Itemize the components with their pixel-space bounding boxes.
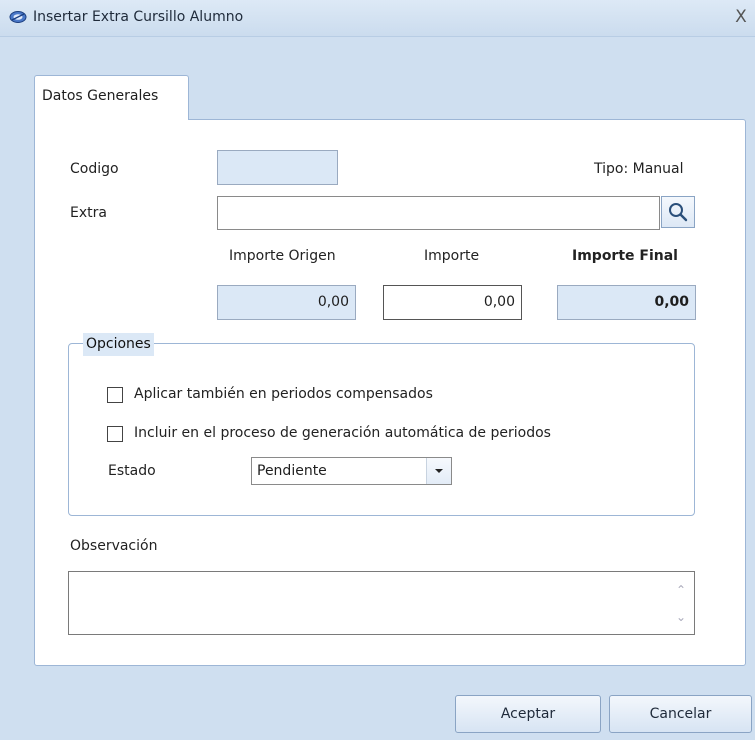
observacion-scrollbar[interactable]: ⌃ ⌄ <box>669 573 693 633</box>
estado-selected-value: Pendiente <box>257 463 327 479</box>
estado-select[interactable]: Pendiente <box>251 457 452 485</box>
codigo-label: Codigo <box>70 161 119 177</box>
tab-label: Datos Generales <box>42 88 159 104</box>
incluir-generacion-checkbox[interactable] <box>107 426 123 442</box>
observacion-label: Observación <box>70 538 158 554</box>
importe-final-field[interactable]: 0,00 <box>557 285 696 320</box>
search-button[interactable] <box>661 196 695 228</box>
extra-label: Extra <box>70 205 107 221</box>
title-bar: Insertar Extra Cursillo Alumno X <box>0 0 755 37</box>
close-icon[interactable]: X <box>730 7 752 27</box>
aplicar-compensados-label[interactable]: Aplicar también en periodos compensados <box>134 386 433 402</box>
scroll-down-icon[interactable]: ⌄ <box>673 611 689 623</box>
chevron-down-icon[interactable] <box>426 458 451 484</box>
importe-field[interactable]: 0,00 <box>383 285 522 320</box>
aplicar-compensados-checkbox[interactable] <box>107 387 123 403</box>
accept-button[interactable]: Aceptar <box>455 695 601 733</box>
tab-datos-generales[interactable]: Datos Generales <box>34 75 189 120</box>
window-title: Insertar Extra Cursillo Alumno <box>33 9 244 25</box>
importe-origen-field[interactable]: 0,00 <box>217 285 356 320</box>
extra-field[interactable] <box>217 196 660 230</box>
tipo-label: Tipo: Manual <box>594 161 684 177</box>
opciones-legend: Opciones <box>83 333 154 356</box>
importe-final-label: Importe Final <box>572 248 678 264</box>
cancel-button[interactable]: Cancelar <box>609 695 752 733</box>
codigo-field[interactable] <box>217 150 338 185</box>
estado-label: Estado <box>108 463 156 479</box>
search-icon <box>669 203 688 222</box>
importe-origen-label: Importe Origen <box>229 248 336 264</box>
incluir-generacion-label[interactable]: Incluir en el proceso de generación auto… <box>134 425 551 441</box>
scroll-up-icon[interactable]: ⌃ <box>673 584 689 596</box>
app-logo-icon <box>9 11 27 23</box>
observacion-textarea[interactable]: ⌃ ⌄ <box>68 571 695 635</box>
importe-label: Importe <box>424 248 480 264</box>
